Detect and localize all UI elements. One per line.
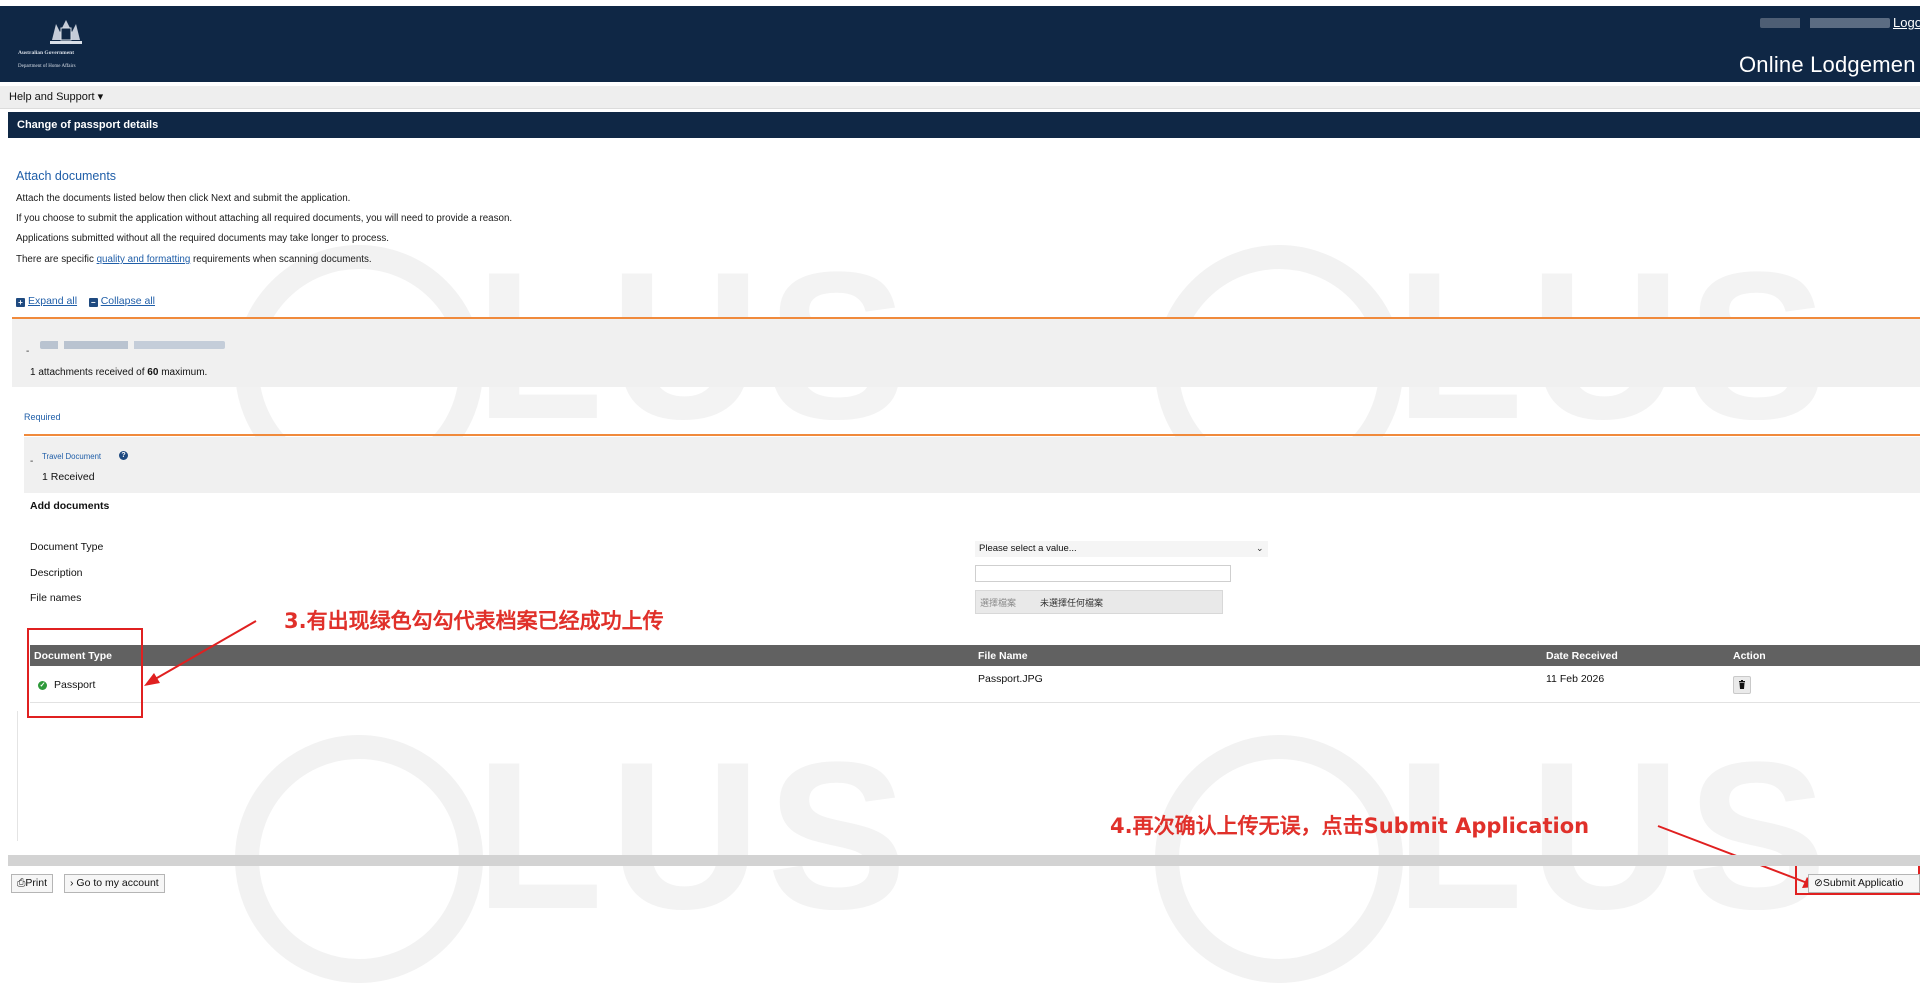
bottom-separator: [8, 855, 1920, 866]
row-date-received: 11 Feb 2026: [1546, 673, 1605, 685]
trash-icon: [1739, 680, 1745, 689]
instruction-line-4-prefix: There are specific: [16, 254, 97, 265]
menu-bar: Help and Support ▾: [0, 86, 1920, 109]
expand-all-label: Expand all: [28, 295, 78, 307]
travel-document-panel: [24, 437, 1920, 493]
col-file-name: File Name: [978, 650, 1028, 662]
no-file-chosen-text: 未選擇任何檔案: [1040, 598, 1104, 608]
instruction-line-4: There are specific quality and formattin…: [16, 254, 372, 265]
help-icon[interactable]: ?: [119, 451, 128, 460]
travel-document-title[interactable]: Travel Document: [42, 452, 101, 461]
instruction-line-3: Applications submitted without all the r…: [16, 233, 390, 244]
dept-name: Department of Home Affairs: [18, 64, 76, 69]
page-title: Change of passport details: [17, 119, 159, 131]
collapse-toggle[interactable]: -: [26, 346, 29, 357]
gov-name: Australian Government: [18, 50, 75, 56]
required-label: Required: [24, 412, 61, 422]
attachment-max: 60: [147, 367, 159, 378]
attachment-count-text: 1 attachments received of: [30, 367, 148, 378]
print-label: Print: [25, 877, 47, 889]
watermark-left-bottom: LUS: [235, 718, 935, 983]
top-header: Australian Government Department of Home…: [0, 6, 1920, 82]
description-input[interactable]: [975, 565, 1231, 582]
collapse-all-button[interactable]: − Collapse all: [88, 295, 155, 307]
content-left-border: [17, 711, 18, 841]
instruction-line-4-suffix: requirements when scanning documents.: [190, 254, 372, 265]
annotation-step3: 3.有出现绿色勾勾代表档案已经成功上传: [284, 609, 664, 633]
submit-label: Submit Applicatio: [1822, 877, 1904, 889]
applicant-panel: [12, 319, 1920, 387]
col-action: Action: [1733, 650, 1766, 662]
check-circle-icon: ⊘: [1814, 877, 1823, 889]
col-date-received: Date Received: [1546, 650, 1618, 662]
document-type-select[interactable]: Please select a value...: [975, 541, 1268, 557]
description-label: Description: [30, 567, 83, 579]
document-type-label: Document Type: [30, 541, 104, 553]
annotation-arrow-step3: [144, 620, 257, 686]
submit-application-button[interactable]: ⊘Submit Applicatio: [1808, 874, 1920, 893]
attachment-count-suffix: maximum.: [158, 367, 208, 378]
chevron-down-icon: ⌄: [1256, 543, 1264, 553]
redacted-applicant-name: [40, 341, 225, 349]
collapse-all-label: Collapse all: [100, 295, 155, 307]
table-row: Passport Passport.JPG 11 Feb 2026: [30, 666, 1920, 703]
help-and-support-menu[interactable]: Help and Support ▾: [9, 90, 103, 103]
instruction-line-1: Attach the documents listed below then c…: [16, 193, 351, 204]
print-button[interactable]: ⎙Print: [11, 874, 53, 893]
file-names-label: File names: [30, 592, 82, 604]
documents-table-header: Document Type File Name Date Received Ac…: [30, 645, 1920, 666]
orange-divider-2: [24, 434, 1920, 436]
annotation-step4: 4.再次确认上传无误，点击Submit Application: [1110, 814, 1590, 838]
file-chooser[interactable]: 選擇檔案 未選擇任何檔案: [975, 590, 1223, 614]
travel-document-toggle[interactable]: -: [30, 456, 33, 467]
minus-icon: −: [88, 298, 98, 307]
expand-all-button[interactable]: + Expand all: [16, 295, 77, 307]
coat-of-arms-icon: [50, 20, 82, 44]
attach-documents-heading: Attach documents: [16, 169, 117, 183]
page-title-bar: Change of passport details: [8, 112, 1920, 138]
row-file-name: Passport.JPG: [978, 673, 1043, 685]
instruction-line-2: If you choose to submit the application …: [16, 213, 513, 224]
quality-formatting-link[interactable]: quality and formatting: [97, 254, 191, 265]
logout-link[interactable]: Logo: [1893, 15, 1920, 30]
delete-button[interactable]: [1733, 676, 1751, 694]
document-type-selected: Please select a value...: [979, 543, 1077, 554]
my-account-label: Go to my account: [76, 877, 159, 889]
go-to-my-account-button[interactable]: › Go to my account: [64, 874, 165, 893]
add-documents-heading: Add documents: [30, 500, 110, 512]
attachment-count: 1 attachments received of 60 maximum.: [30, 367, 207, 378]
choose-file-button[interactable]: 選擇檔案: [980, 596, 1016, 609]
government-crest-logo: Australian Government Department of Home…: [18, 18, 168, 76]
received-count: 1 Received: [42, 471, 95, 483]
portal-title: Online Lodgemen: [1739, 52, 1916, 77]
expand-collapse-controls: + Expand all − Collapse all: [16, 295, 155, 307]
redacted-username: [1760, 18, 1890, 28]
annotation-box-document-type: [27, 628, 143, 718]
plus-icon: +: [16, 298, 25, 307]
